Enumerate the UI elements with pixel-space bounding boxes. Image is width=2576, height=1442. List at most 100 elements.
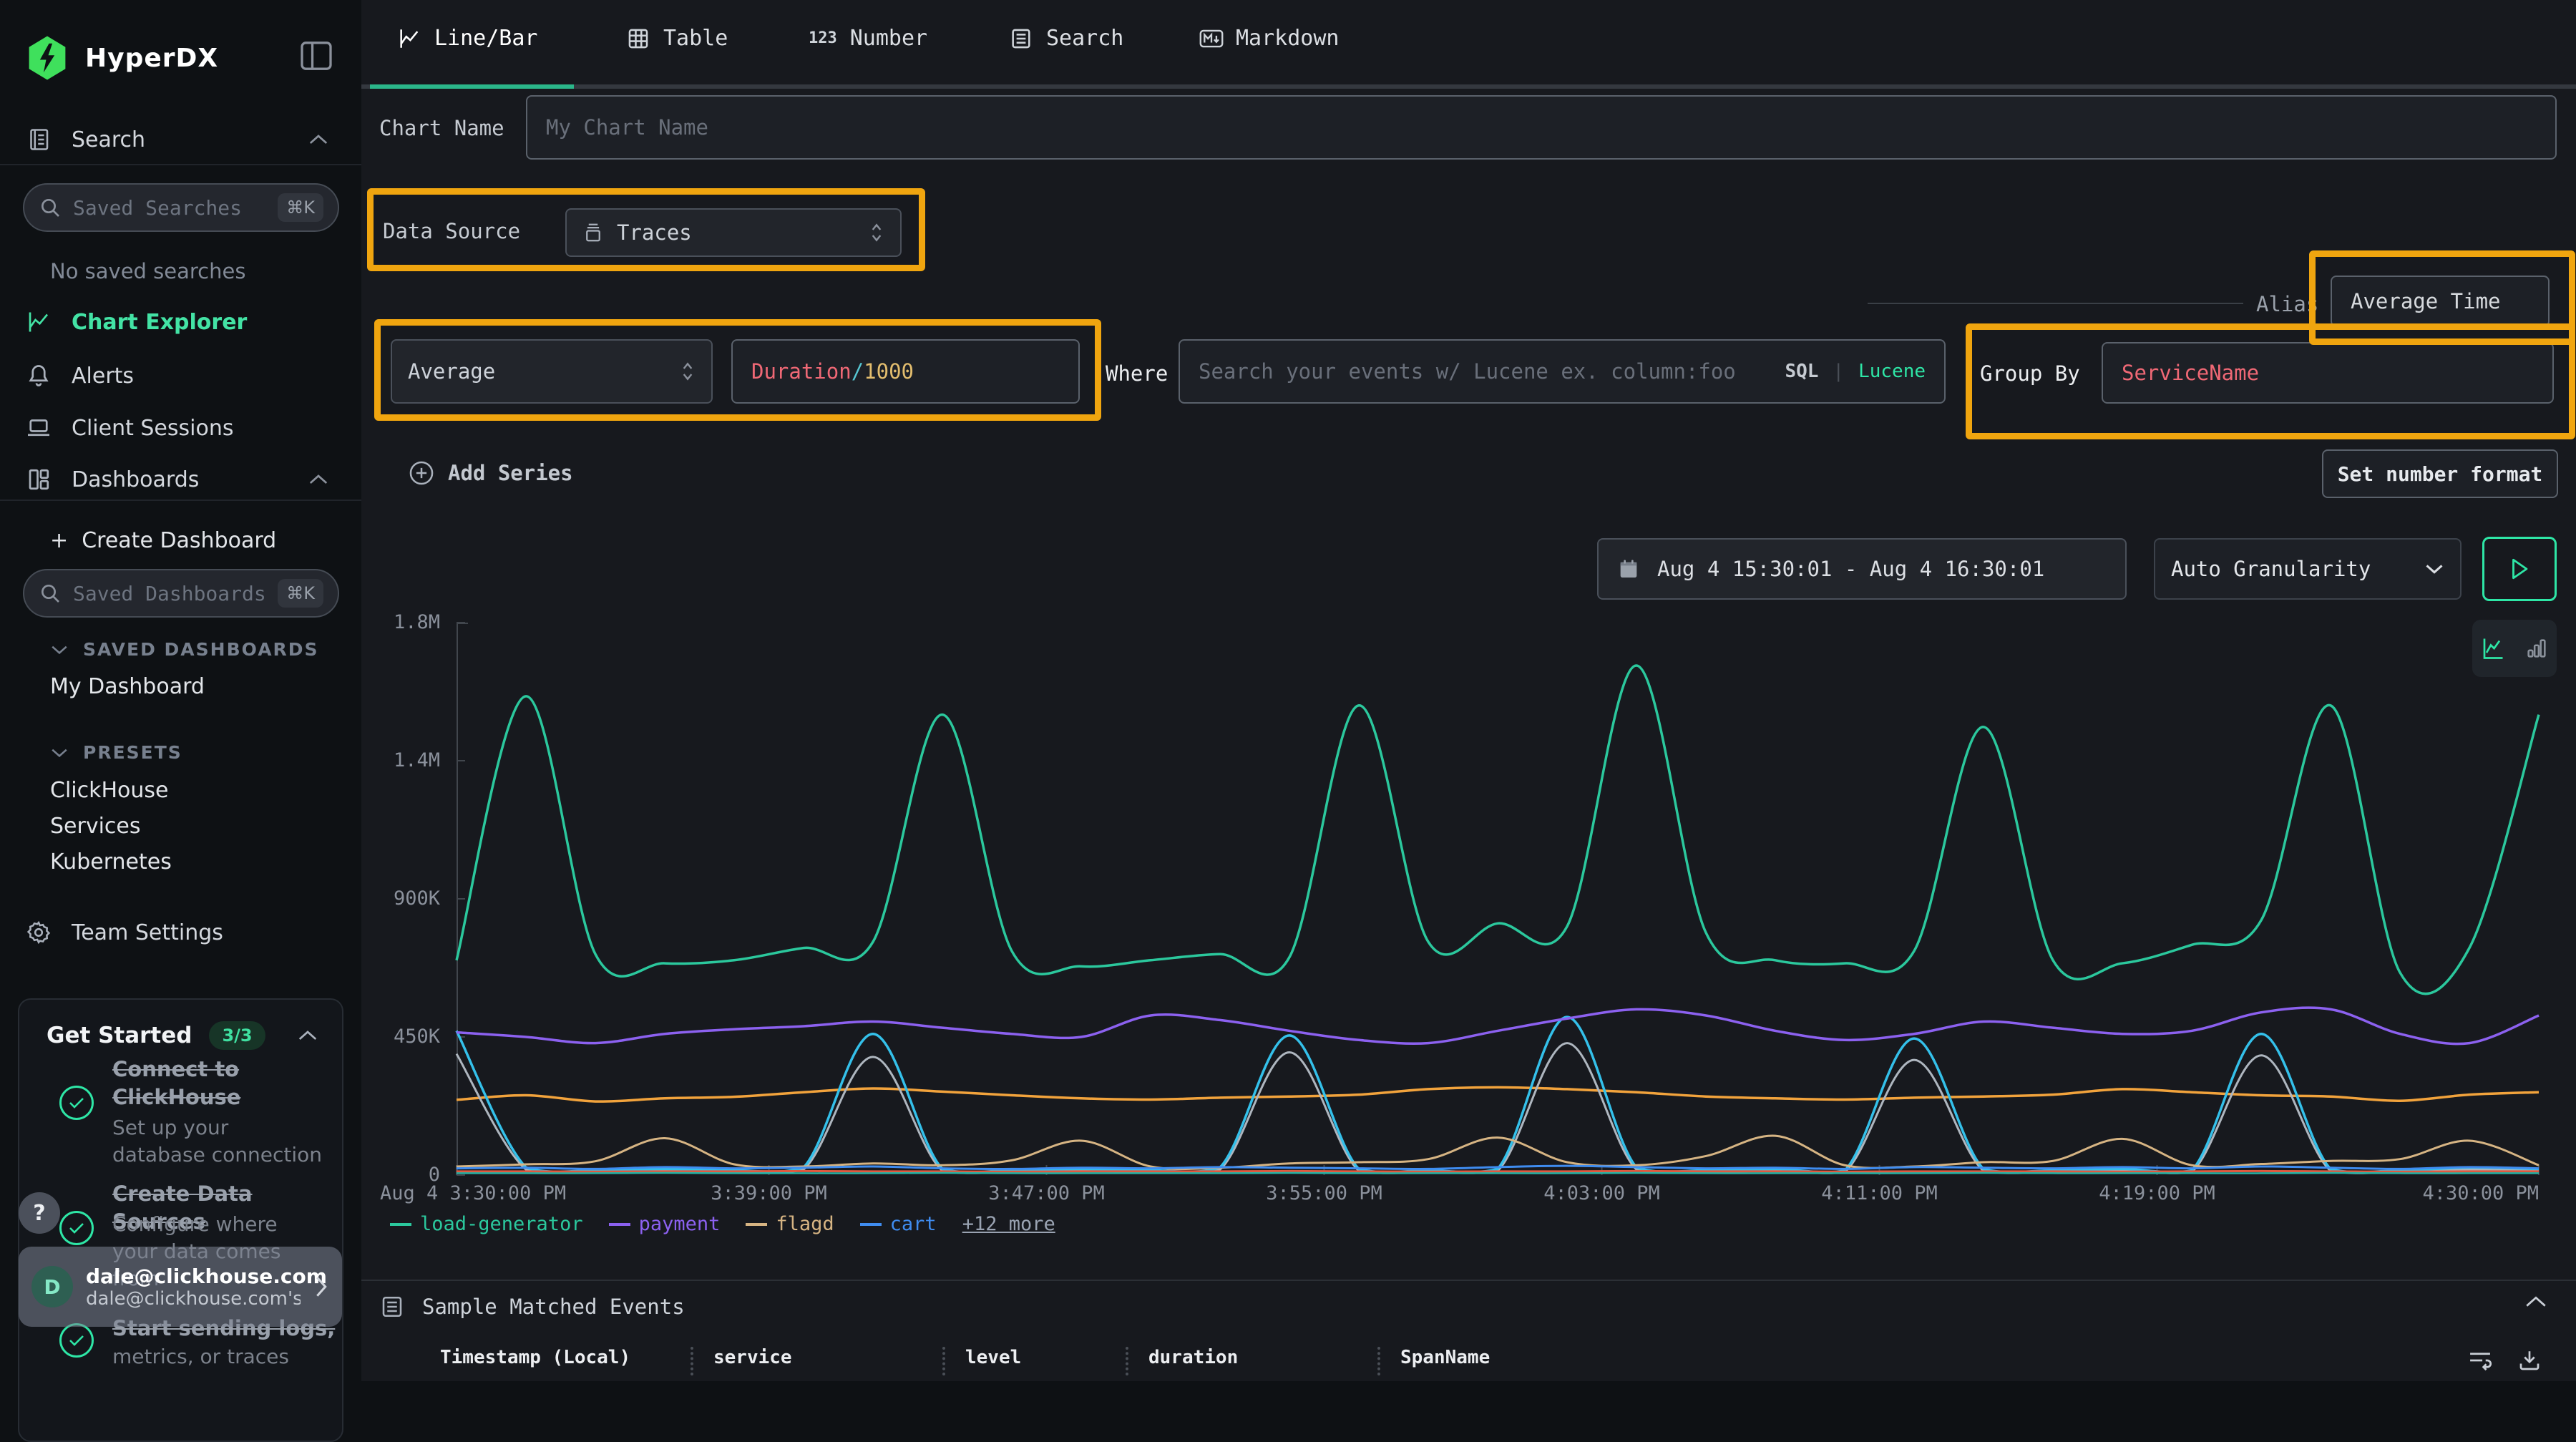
brand-name: HyperDX — [85, 44, 218, 73]
sidebar: HyperDX Search ⌘K No saved searches Char… — [0, 0, 361, 1381]
list-icon — [379, 1294, 405, 1320]
granularity-select[interactable]: Auto Granularity — [2154, 538, 2462, 600]
column-header[interactable]: level — [965, 1347, 1021, 1368]
chart-legend: load-generator payment flagd cart +12 mo… — [390, 1213, 1055, 1235]
legend-item[interactable]: payment — [609, 1213, 721, 1235]
tab-number[interactable]: 123 Number — [809, 26, 927, 51]
line-chart-icon — [26, 309, 52, 335]
chart-plot-area[interactable] — [457, 623, 2539, 1175]
tab-search[interactable]: Search — [1009, 26, 1123, 51]
database-icon — [582, 222, 604, 243]
chevron-up-icon[interactable] — [308, 472, 329, 487]
chevron-up-icon[interactable] — [308, 132, 329, 147]
sidebar-item-chart-explorer[interactable]: Chart Explorer — [0, 304, 361, 340]
saved-searches-field[interactable] — [73, 196, 278, 220]
legend-more-link[interactable]: +12 more — [962, 1213, 1055, 1235]
time-range-picker[interactable]: Aug 4 15:30:01 - Aug 4 16:30:01 — [1597, 538, 2127, 600]
where-input[interactable]: SQL | Lucene — [1179, 339, 1946, 404]
group-saved-dashboards[interactable]: SAVED DASHBOARDS — [50, 639, 319, 660]
metric-expression-input[interactable]: Duration/1000 — [731, 339, 1080, 404]
chevron-right-icon — [313, 1275, 329, 1299]
x-tick-label: 3:39:00 PM — [711, 1182, 827, 1204]
data-source-select[interactable]: Traces — [565, 208, 902, 257]
run-query-button[interactable] — [2482, 537, 2557, 601]
shortcut-badge: ⌘K — [278, 579, 323, 608]
column-header[interactable]: service — [713, 1347, 792, 1368]
x-tick-label: Aug 4 3:30:00 PM — [380, 1182, 566, 1204]
alias-label: Alias — [2256, 292, 2318, 316]
aggregation-select[interactable]: Average — [391, 339, 713, 404]
chart-canvas — [457, 623, 2539, 1175]
legend-swatch — [860, 1223, 882, 1226]
saved-dashboards-input[interactable]: ⌘K — [23, 569, 339, 618]
group-presets[interactable]: PRESETS — [50, 742, 182, 763]
sidebar-item-team-settings[interactable]: Team Settings — [0, 915, 361, 950]
column-separator[interactable] — [691, 1347, 693, 1375]
add-series-button[interactable]: Add Series — [408, 459, 573, 487]
preset-link-kubernetes[interactable]: Kubernetes — [50, 849, 172, 875]
dashboard-link-my-dashboard[interactable]: My Dashboard — [50, 674, 205, 699]
tab-line-bar[interactable]: Line/Bar — [397, 26, 538, 51]
legend-item[interactable]: load-generator — [390, 1213, 583, 1235]
brand[interactable]: HyperDX — [25, 34, 218, 82]
tab-markdown[interactable]: Markdown — [1199, 26, 1340, 51]
tab-table[interactable]: Table — [626, 26, 728, 51]
sidebar-item-dashboards[interactable]: Dashboards — [0, 462, 361, 497]
tab-label: Table — [663, 26, 728, 51]
download-icon[interactable] — [2517, 1348, 2542, 1373]
help-button[interactable]: ? — [19, 1192, 60, 1234]
where-field[interactable] — [1199, 359, 1770, 384]
sql-toggle[interactable]: SQL — [1785, 361, 1818, 382]
get-started-progress-badge: 3/3 — [209, 1021, 265, 1050]
create-dashboard-button[interactable]: + Create Dashboard — [0, 522, 361, 558]
column-header[interactable]: Timestamp (Local) — [440, 1347, 630, 1368]
get-started-step-desc: metrics, or traces — [112, 1343, 327, 1370]
get-started-step-title[interactable]: Connect to ClickHouse — [112, 1056, 327, 1111]
check-circle-icon — [59, 1323, 94, 1358]
column-header[interactable]: duration — [1148, 1347, 1238, 1368]
sample-events-title: Sample Matched Events — [422, 1295, 685, 1319]
alias-input[interactable]: Average Time — [2331, 276, 2550, 327]
chart-name-label: Chart Name — [379, 116, 504, 140]
tab-label: Search — [1046, 26, 1123, 51]
column-separator[interactable] — [1126, 1347, 1128, 1375]
active-tab-indicator — [370, 84, 574, 89]
group-by-input[interactable]: ServiceName — [2102, 342, 2554, 404]
y-tick-label: 1.4M — [361, 749, 440, 771]
wrap-text-icon[interactable] — [2467, 1348, 2494, 1373]
saved-dashboards-field[interactable] — [73, 582, 278, 605]
time-range-value: Aug 4 15:30:01 - Aug 4 16:30:01 — [1657, 557, 2044, 581]
legend-item[interactable]: cart — [860, 1213, 937, 1235]
sidebar-item-client-sessions[interactable]: Client Sessions — [0, 410, 361, 446]
sidebar-group-search[interactable]: Search — [0, 122, 361, 157]
y-axis-labels: 1.8M 1.4M 900K 450K 0 — [361, 623, 447, 1175]
saved-searches-input[interactable]: ⌘K — [23, 183, 339, 232]
preset-link-clickhouse[interactable]: ClickHouse — [50, 778, 169, 803]
lucene-toggle[interactable]: Lucene — [1858, 361, 1926, 382]
user-menu[interactable]: D dale@clickhouse.com dale@clickhouse.co… — [19, 1247, 342, 1327]
group-by-value: ServiceName — [2122, 361, 2259, 385]
chart-name-field[interactable] — [546, 115, 2537, 140]
chevron-up-icon[interactable] — [297, 1028, 318, 1043]
user-email: dale@clickhouse.com — [86, 1265, 301, 1288]
preset-link-services[interactable]: Services — [50, 814, 141, 839]
set-number-format-button[interactable]: Set number format — [2322, 449, 2558, 498]
sidebar-item-alerts[interactable]: Alerts — [0, 358, 361, 394]
column-header[interactable]: SpanName — [1400, 1347, 1490, 1368]
chevron-down-icon — [2424, 562, 2444, 575]
legend-item[interactable]: flagd — [746, 1213, 834, 1235]
calendar-icon — [1617, 557, 1640, 580]
x-tick-label: 4:11:00 PM — [1821, 1182, 1938, 1204]
legend-swatch — [746, 1223, 767, 1226]
x-tick-label: 4:03:00 PM — [1543, 1182, 1660, 1204]
x-axis-labels: Aug 4 3:30:00 PM 3:39:00 PM 3:47:00 PM 3… — [457, 1182, 2539, 1211]
chart-name-input[interactable] — [526, 95, 2557, 160]
chevron-down-icon — [50, 643, 69, 656]
column-separator[interactable] — [942, 1347, 945, 1375]
sidebar-collapse-icon[interactable] — [301, 42, 332, 70]
group-label: PRESETS — [83, 742, 182, 763]
column-separator[interactable] — [1377, 1347, 1380, 1375]
search-icon — [39, 582, 62, 605]
collapse-section-icon[interactable] — [2524, 1294, 2548, 1310]
sidebar-item-label: Chart Explorer — [72, 310, 247, 335]
